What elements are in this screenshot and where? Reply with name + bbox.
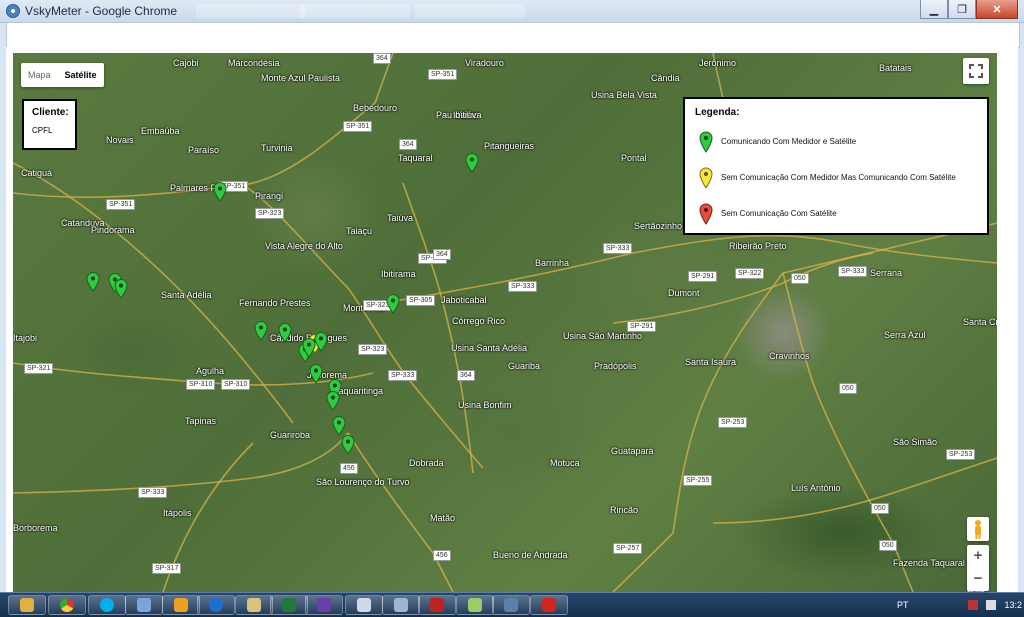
legend-label: Sem Comunicação Com Medidor Mas Comunica… — [721, 173, 956, 182]
green-marker[interactable] — [86, 272, 100, 292]
green-marker[interactable] — [465, 153, 479, 173]
client-value: CPFL — [32, 126, 53, 135]
marker-icon — [254, 321, 268, 341]
taskbar-filezilla[interactable] — [418, 595, 456, 615]
taskbar-acrobat[interactable] — [530, 595, 568, 615]
taskbar-terminal[interactable] — [492, 595, 530, 615]
street-view-pegman[interactable] — [967, 517, 989, 541]
green-marker[interactable] — [302, 338, 316, 358]
notepad-plus-icon — [468, 598, 482, 612]
marker-icon — [465, 153, 479, 173]
marker-icon — [386, 294, 400, 314]
legend-title: Legenda: — [695, 107, 740, 118]
map-type-satelite[interactable]: Satélite — [58, 63, 104, 87]
fullscreen-icon — [969, 64, 983, 78]
address-bar[interactable] — [6, 22, 1020, 48]
green-marker-icon — [699, 131, 713, 153]
window-titlebar: VskyMeter - Google Chrome ▁ ❐ ✕ — [0, 0, 1024, 23]
map-type-mapa[interactable]: Mapa — [21, 63, 58, 87]
marker-icon — [86, 272, 100, 292]
system-tray: PT 13:2 — [897, 593, 1024, 617]
monitor-icon — [137, 598, 151, 612]
chrome-icon — [60, 598, 74, 612]
yellow-marker-icon — [699, 167, 713, 189]
green-marker[interactable] — [309, 364, 323, 384]
zoom-control: + − — [967, 545, 989, 591]
window-icon — [394, 598, 408, 612]
language-indicator[interactable]: PT — [897, 600, 909, 610]
green-marker[interactable] — [278, 323, 292, 343]
zoom-out-button[interactable]: − — [967, 568, 989, 591]
green-marker[interactable] — [254, 321, 268, 341]
background-tab[interactable] — [300, 4, 410, 18]
green-marker[interactable] — [213, 182, 227, 202]
marker-icon — [341, 435, 355, 455]
green-marker[interactable] — [326, 391, 340, 411]
green-marker[interactable] — [341, 435, 355, 455]
marker-icon — [114, 279, 128, 299]
minimize-button[interactable]: ▁ — [920, 0, 948, 19]
files-icon — [247, 598, 261, 612]
marker-icon — [326, 391, 340, 411]
taskbar-teamviewer[interactable] — [197, 595, 235, 615]
client-label: Cliente: — [32, 107, 69, 118]
excel-icon — [282, 598, 296, 612]
background-tab[interactable] — [415, 4, 525, 18]
taskbar-folder[interactable] — [235, 595, 273, 615]
green-marker[interactable] — [314, 332, 328, 352]
filezilla-icon — [430, 598, 444, 612]
network-icon[interactable] — [968, 600, 979, 610]
window-title: VskyMeter - Google Chrome — [25, 4, 178, 18]
background-tab[interactable] — [196, 4, 306, 18]
taskbar-notepad[interactable] — [345, 595, 383, 615]
client-panel: Cliente: CPFL — [22, 99, 77, 150]
vskymeter-app-icon — [6, 4, 20, 18]
taskbar-remote-desktop[interactable] — [125, 595, 163, 615]
acrobat-icon — [542, 598, 556, 612]
maximize-button[interactable]: ❐ — [948, 0, 976, 19]
legend-label: Sem Comunicação Com Satélite — [721, 209, 837, 218]
taskbar-outlook[interactable] — [162, 595, 200, 615]
marker-icon — [302, 338, 316, 358]
folder-icon — [20, 598, 34, 612]
green-marker[interactable] — [332, 416, 346, 436]
map-type-control: Mapa Satélite — [21, 63, 104, 87]
taskbar-skype[interactable] — [88, 595, 126, 615]
taskbar-window[interactable] — [382, 595, 420, 615]
outlook-icon — [174, 598, 188, 612]
marker-icon — [213, 182, 227, 202]
terminal-icon — [504, 598, 518, 612]
legend-label: Comunicando Com Medidor e Satélite — [721, 137, 857, 146]
legend-panel: Legenda: Comunicando Com Medidor e Satél… — [683, 97, 989, 235]
marker-icon — [278, 323, 292, 343]
clock[interactable]: 13:2 — [1004, 600, 1022, 610]
taskbar-chrome[interactable] — [48, 595, 86, 615]
marker-icon — [332, 416, 346, 436]
green-marker[interactable] — [386, 294, 400, 314]
pegman-icon — [975, 520, 981, 539]
taskbar-notepad-plus[interactable] — [456, 595, 494, 615]
marker-icon — [309, 364, 323, 384]
os-taskbar: PT 13:2 — [0, 592, 1024, 617]
volume-icon[interactable] — [986, 600, 997, 610]
visual-studio-icon — [317, 598, 331, 612]
fullscreen-button[interactable] — [963, 58, 989, 84]
zoom-in-button[interactable]: + — [967, 545, 989, 568]
green-marker[interactable] — [114, 279, 128, 299]
red-marker-icon — [699, 203, 713, 225]
close-button[interactable]: ✕ — [976, 0, 1018, 19]
taskbar-excel[interactable] — [270, 595, 308, 615]
notepad-icon — [357, 598, 371, 612]
marker-icon — [314, 332, 328, 352]
taskbar-explorer[interactable] — [8, 595, 46, 615]
teamviewer-icon — [209, 598, 223, 612]
taskbar-visual-studio[interactable] — [305, 595, 343, 615]
skype-icon — [100, 598, 114, 612]
